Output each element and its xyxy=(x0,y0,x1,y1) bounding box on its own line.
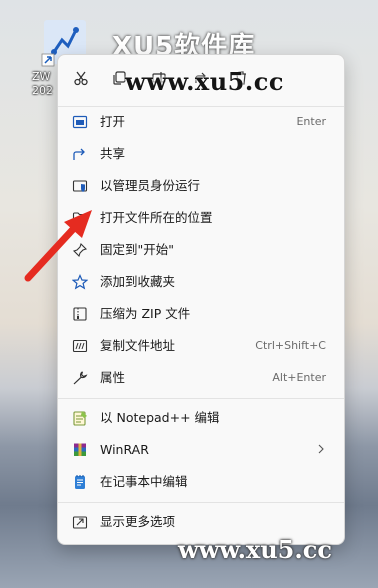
menu-item-label: WinRAR xyxy=(100,442,149,457)
watermark-middle: www.xu5.cc xyxy=(125,67,284,96)
path-icon xyxy=(72,338,88,354)
menu-item-label: 复制文件地址 xyxy=(100,338,176,353)
menu-item-edit-notepad[interactable]: 在记事本中编辑 xyxy=(62,467,340,497)
menu-item-add-to-favorites[interactable]: 添加到收藏夹 xyxy=(62,267,340,297)
cut-icon[interactable] xyxy=(70,67,92,89)
menu-item-edit-notepadpp[interactable]: 以 Notepad++ 编辑 xyxy=(62,403,340,433)
menu-item-share[interactable]: 共享 xyxy=(62,139,340,169)
desktop-icon-label: ZW 202 xyxy=(32,70,53,97)
zip-icon xyxy=(72,306,88,322)
menu-item-label: 打开文件所在的位置 xyxy=(100,210,213,225)
annotation-arrow xyxy=(24,210,92,282)
menu-item-label: 显示更多选项 xyxy=(100,514,176,529)
notepadpp-icon xyxy=(72,410,88,426)
menu-item-open-file-location[interactable]: 打开文件所在的位置 xyxy=(62,203,340,233)
menu-item-winrar[interactable]: WinRAR xyxy=(62,435,340,465)
menu-item-shortcut: Enter xyxy=(296,115,326,128)
context-menu: www.xu5.cc 打开 Enter 共享 以管理员身份运行 打开文件所在的位… xyxy=(57,54,345,545)
menu-item-label: 在记事本中编辑 xyxy=(100,474,188,489)
menu-item-show-more-options[interactable]: 显示更多选项 xyxy=(62,507,340,537)
open-icon xyxy=(72,114,88,130)
menu-separator xyxy=(58,502,344,503)
watermark-bottom: www.xu5.cc xyxy=(178,535,332,564)
menu-item-label: 压缩为 ZIP 文件 xyxy=(100,306,191,321)
menu-item-properties[interactable]: 属性 Alt+Enter xyxy=(62,363,340,393)
shield-icon xyxy=(72,178,88,194)
menu-item-shortcut: Ctrl+Shift+C xyxy=(255,339,326,352)
menu-item-label: 共享 xyxy=(100,146,126,161)
quick-action-bar: www.xu5.cc xyxy=(58,55,344,99)
chevron-right-icon xyxy=(316,443,326,458)
wrench-icon xyxy=(72,370,88,386)
menu-separator xyxy=(58,398,344,399)
share-icon xyxy=(72,146,88,162)
menu-item-label: 固定到"开始" xyxy=(100,242,174,257)
menu-item-label: 添加到收藏夹 xyxy=(100,274,176,289)
menu-item-run-as-admin[interactable]: 以管理员身份运行 xyxy=(62,171,340,201)
menu-item-pin-to-start[interactable]: 固定到"开始" xyxy=(62,235,340,265)
menu-item-copy-path[interactable]: 复制文件地址 Ctrl+Shift+C xyxy=(62,331,340,361)
menu-item-label: 打开 xyxy=(100,114,126,129)
menu-item-open[interactable]: 打开 Enter xyxy=(62,107,340,137)
menu-item-compress-zip[interactable]: 压缩为 ZIP 文件 xyxy=(62,299,340,329)
notepad-icon xyxy=(72,474,88,490)
menu-item-label: 以管理员身份运行 xyxy=(100,178,201,193)
menu-item-label: 以 Notepad++ 编辑 xyxy=(100,410,220,425)
menu-item-shortcut: Alt+Enter xyxy=(272,371,326,384)
more-options-icon xyxy=(72,514,88,530)
winrar-icon xyxy=(72,442,88,458)
menu-item-label: 属性 xyxy=(100,370,126,385)
